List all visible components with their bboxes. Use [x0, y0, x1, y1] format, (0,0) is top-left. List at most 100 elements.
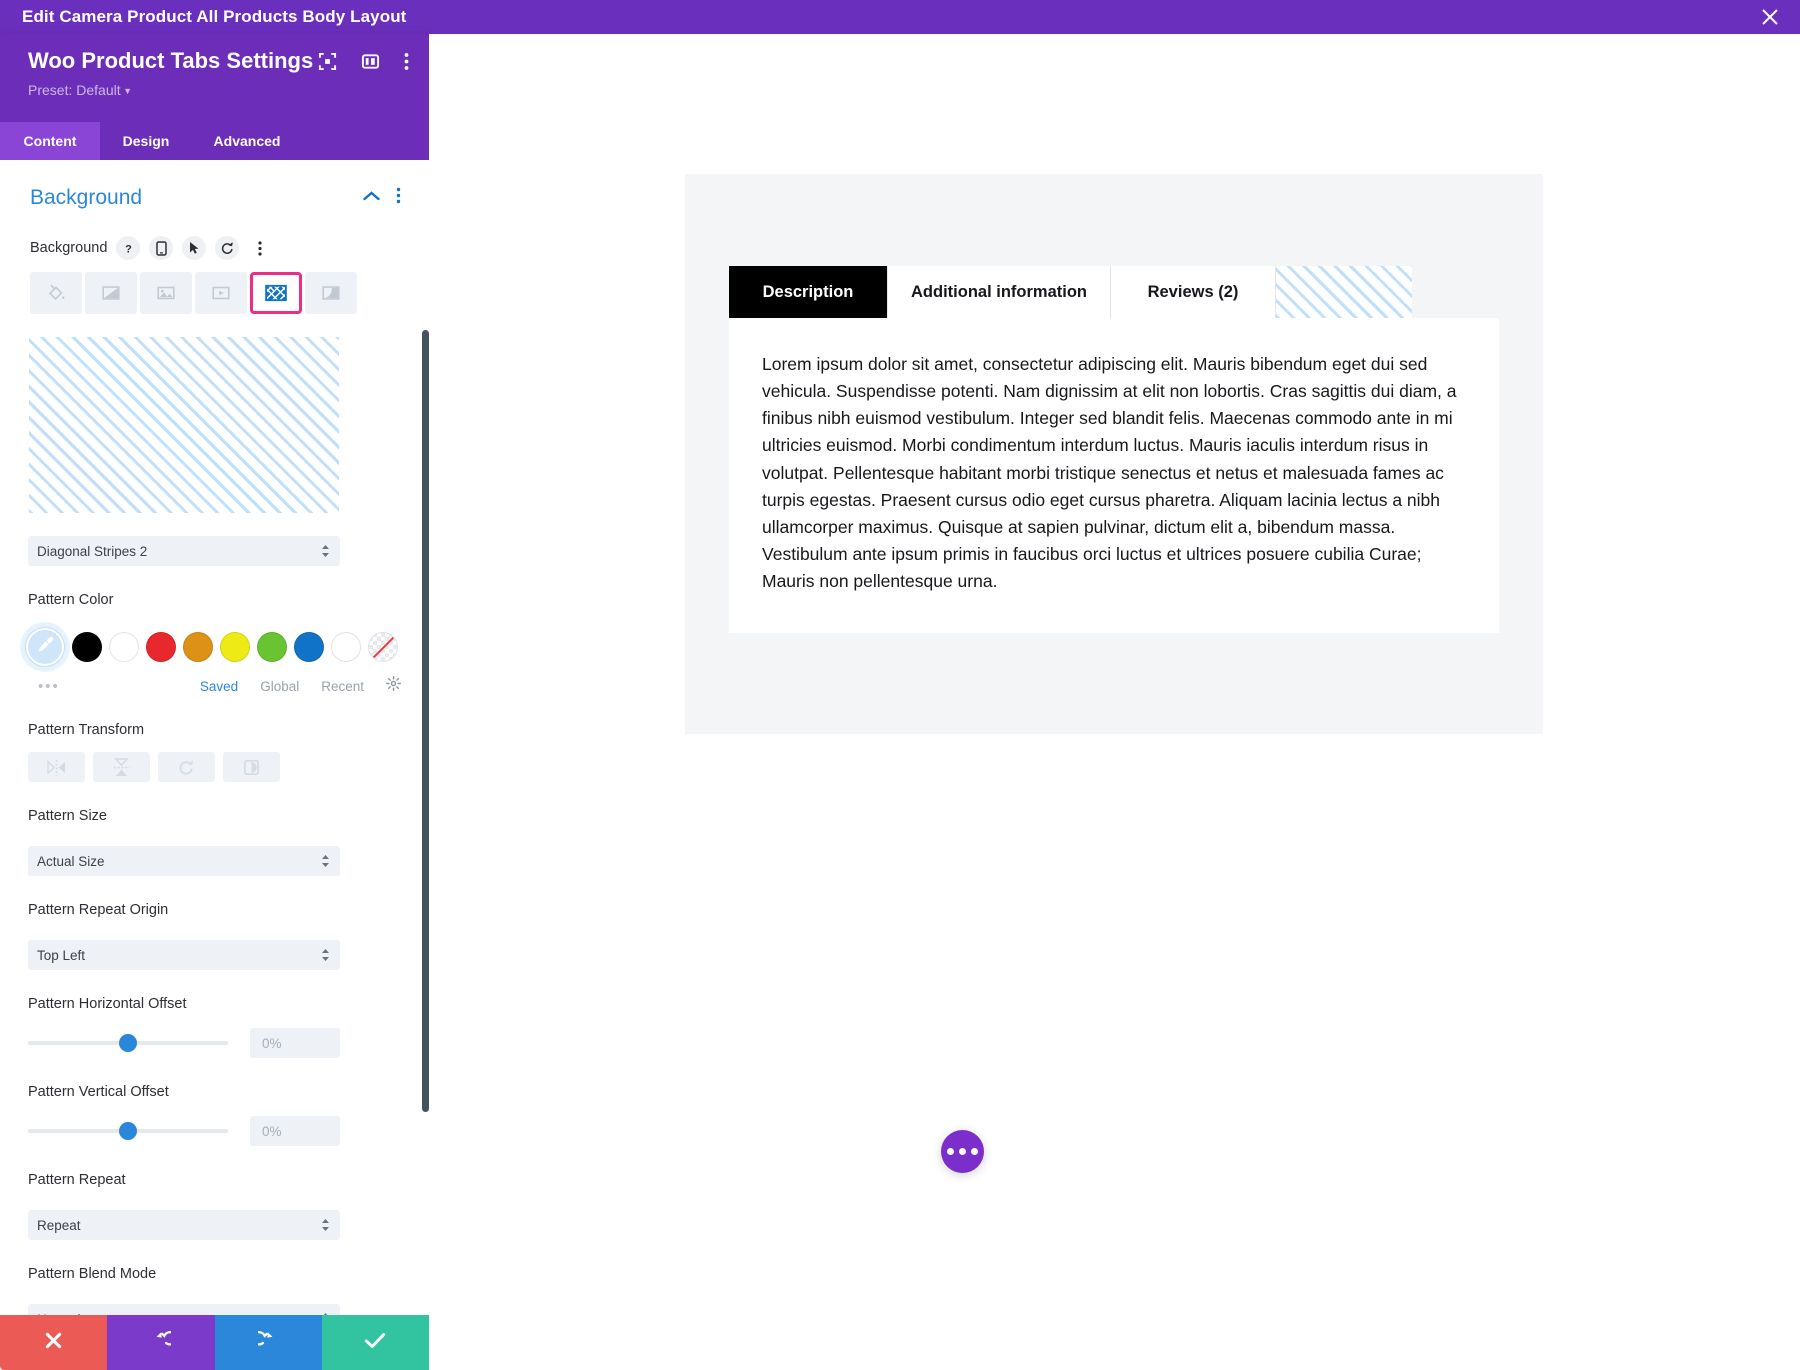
window-title: Edit Camera Product All Products Body La…: [0, 7, 406, 27]
pattern-size-value: Actual Size: [37, 854, 105, 869]
pattern-size-select[interactable]: Actual Size: [28, 846, 340, 876]
close-window-button[interactable]: [1740, 0, 1800, 34]
background-type-image[interactable]: [140, 272, 192, 314]
pattern-repeat-origin-select[interactable]: Top Left: [28, 940, 340, 970]
slider-knob[interactable]: [119, 1034, 137, 1052]
pattern-blend-mode-select[interactable]: Normal: [28, 1304, 340, 1315]
color-picker-button[interactable]: [20, 622, 70, 672]
kebab-menu-icon[interactable]: [404, 52, 409, 76]
pattern-repeat-origin-value: Top Left: [37, 948, 85, 963]
focus-frame-icon[interactable]: [318, 52, 337, 76]
woo-product-tabs-module: Description Additional information Revie…: [685, 174, 1543, 734]
layout-columns-icon[interactable]: [361, 52, 380, 76]
background-type-mask[interactable]: [305, 272, 357, 314]
select-arrows-icon: [321, 948, 330, 962]
pattern-color-meta-row: ••• Saved Global Recent: [0, 672, 429, 696]
select-arrows-icon: [321, 544, 330, 558]
swatch-blue[interactable]: [294, 632, 324, 662]
slider-knob[interactable]: [119, 1122, 137, 1140]
swatch-empty[interactable]: [331, 632, 361, 662]
ellipsis-icon-dot: [959, 1148, 966, 1155]
section-title: Background: [30, 186, 142, 210]
swatch-green[interactable]: [257, 632, 287, 662]
more-colors-button[interactable]: •••: [38, 679, 60, 694]
settings-panel-scrollbar[interactable]: [422, 330, 429, 1112]
settings-panel-title: Woo Product Tabs Settings: [28, 48, 313, 73]
x-icon: [44, 1331, 63, 1355]
pattern-horizontal-offset-input[interactable]: 0%: [250, 1028, 340, 1058]
flip-vertical-button[interactable]: [93, 752, 150, 782]
pattern-horizontal-offset-label: Pattern Horizontal Offset: [0, 970, 429, 1012]
select-arrows-icon: [321, 1218, 330, 1232]
description-text: Lorem ipsum dolor sit amet, consectetur …: [729, 318, 1499, 595]
pattern-horizontal-offset-slider[interactable]: [28, 1041, 228, 1045]
gear-icon[interactable]: [386, 676, 401, 696]
swatch-transparent[interactable]: [368, 632, 398, 662]
swatch-black[interactable]: [72, 632, 102, 662]
responsive-phone-icon[interactable]: [149, 236, 173, 260]
tab-design[interactable]: Design: [100, 122, 192, 160]
tab-content[interactable]: Content: [0, 122, 100, 160]
select-arrows-icon: [321, 854, 330, 868]
undo-icon: [150, 1330, 171, 1356]
invert-button[interactable]: [223, 752, 280, 782]
product-tab-reviews[interactable]: Reviews (2): [1110, 266, 1275, 318]
tab-advanced[interactable]: Advanced: [192, 122, 302, 160]
page-settings-fab[interactable]: [941, 1130, 984, 1173]
color-tab-recent[interactable]: Recent: [321, 679, 364, 694]
redo-button[interactable]: [215, 1315, 322, 1370]
swatch-orange[interactable]: [183, 632, 213, 662]
redo-icon: [258, 1330, 279, 1356]
pattern-repeat-label: Pattern Repeat: [0, 1146, 429, 1188]
flip-horizontal-button[interactable]: [28, 752, 85, 782]
pattern-style-select[interactable]: Diagonal Stripes 2: [28, 536, 340, 566]
chevron-up-icon[interactable]: [363, 189, 380, 207]
pattern-repeat-select[interactable]: Repeat: [28, 1210, 340, 1240]
pattern-repeat-value: Repeat: [37, 1218, 81, 1233]
settings-panel: Woo Product Tabs Settings: [0, 34, 429, 1370]
preset-label: Preset: Default: [28, 82, 121, 98]
settings-panel-tabs: Content Design Advanced: [0, 122, 429, 160]
reset-icon[interactable]: [215, 236, 239, 260]
swatch-white[interactable]: [109, 632, 139, 662]
background-type-video[interactable]: [195, 272, 247, 314]
save-button[interactable]: [322, 1315, 429, 1370]
help-icon[interactable]: ?: [116, 236, 140, 260]
pattern-repeat-origin-label: Pattern Repeat Origin: [0, 876, 429, 918]
pattern-vertical-offset-row: 0%: [0, 1100, 429, 1146]
pattern-transform-label: Pattern Transform: [0, 696, 429, 738]
product-tab-description[interactable]: Description: [729, 266, 887, 318]
background-type-pattern[interactable]: [250, 272, 302, 314]
eyedropper-icon: [36, 635, 55, 659]
section-options-kebab-icon[interactable]: [396, 187, 401, 209]
cancel-button[interactable]: [0, 1315, 107, 1370]
pattern-horizontal-offset-row: 0%: [0, 1012, 429, 1058]
close-icon: [1761, 8, 1779, 26]
pattern-transform-buttons: [0, 738, 429, 782]
product-tab-additional-information[interactable]: Additional information: [887, 266, 1110, 318]
swatch-red[interactable]: [146, 632, 176, 662]
background-field-label: Background: [30, 240, 107, 256]
tabs-strip-pattern-fill: [1275, 266, 1412, 318]
background-field-label-row: Background ?: [0, 210, 429, 260]
background-type-gradient[interactable]: [85, 272, 137, 314]
builder-canvas: Description Additional information Revie…: [429, 34, 1800, 1370]
ellipsis-icon-dot: [971, 1148, 978, 1155]
pattern-vertical-offset-slider[interactable]: [28, 1129, 228, 1133]
svg-text:?: ?: [125, 243, 132, 255]
pattern-vertical-offset-input[interactable]: 0%: [250, 1116, 340, 1146]
color-tab-saved[interactable]: Saved: [200, 679, 238, 694]
swatch-yellow[interactable]: [220, 632, 250, 662]
pattern-color-swatches: [0, 608, 429, 672]
undo-button[interactable]: [107, 1315, 214, 1370]
settings-panel-footer: [0, 1315, 429, 1370]
field-options-kebab-icon[interactable]: [248, 236, 272, 260]
check-icon: [364, 1331, 386, 1355]
rotate-button[interactable]: [158, 752, 215, 782]
preset-selector[interactable]: Preset: Default ▼: [28, 82, 409, 98]
color-tab-global[interactable]: Global: [260, 679, 299, 694]
product-tabs-strip: Description Additional information Revie…: [729, 266, 1412, 318]
background-type-color[interactable]: [30, 272, 82, 314]
pattern-blend-mode-label: Pattern Blend Mode: [0, 1240, 429, 1282]
hover-cursor-icon[interactable]: [182, 236, 206, 260]
